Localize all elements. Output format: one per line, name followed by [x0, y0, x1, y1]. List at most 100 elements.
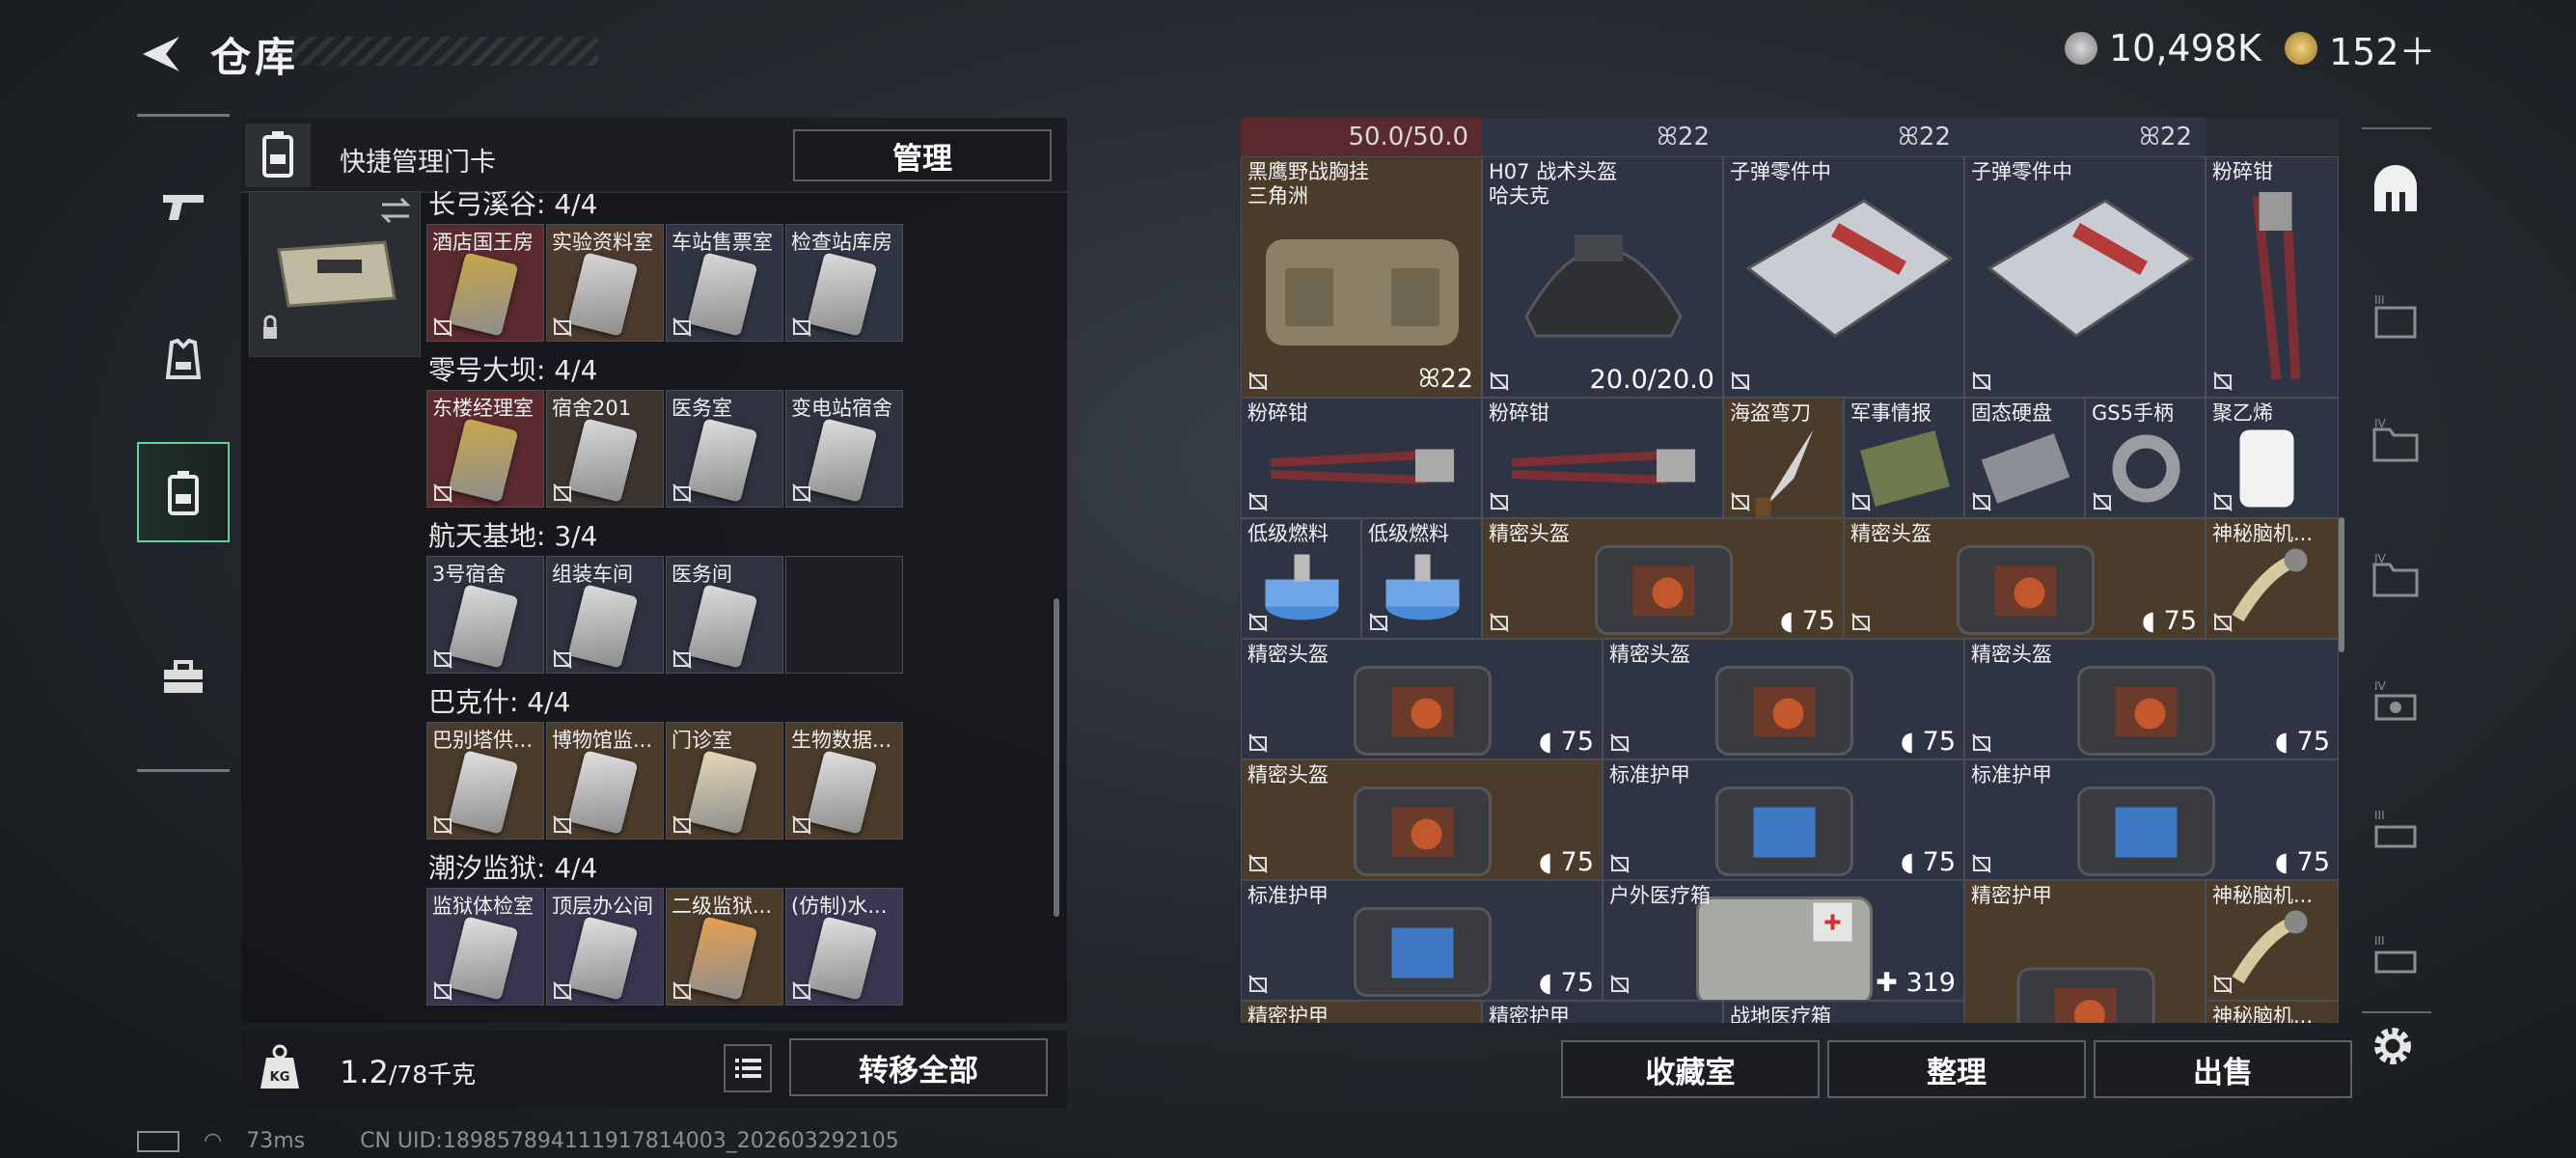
weight-display: 1.2/78千克 [340, 1054, 476, 1090]
wifi-icon: ◠ [204, 1129, 223, 1153]
gold-currency[interactable]: 152＋ [2285, 27, 2436, 73]
keycard-slot[interactable]: 门诊室 [666, 722, 783, 840]
stash-item-crusher2[interactable]: 粉碎钳 [1482, 398, 1723, 518]
stash-item-mystery3[interactable]: 神秘脑机... [2206, 1001, 2339, 1023]
empty-keycard-slot[interactable] [785, 556, 903, 674]
keycard-slot[interactable]: 组装车间 [546, 556, 664, 674]
stash-item-mystery1[interactable]: 神秘脑机... [2206, 518, 2339, 639]
keycard-slot[interactable]: 实验资料室 [546, 224, 664, 342]
keycard-slot[interactable]: 3号宿舍 [426, 556, 544, 674]
keycard-name: 东楼经理室 [432, 397, 534, 420]
keycard-slot[interactable]: 生物数据... [785, 722, 903, 840]
stash-scrollbar[interactable] [2339, 517, 2344, 652]
keycard-slot[interactable]: 东楼经理室 [426, 390, 544, 508]
stash-item-ammo-parts1[interactable]: 子弹零件中 [1723, 156, 1964, 398]
pistol-icon [163, 195, 204, 220]
stash-item-medkit[interactable]: 户外医疗箱 ✚ 319 [1603, 880, 1964, 1001]
list-view-button[interactable] [724, 1044, 772, 1092]
keycard-slot[interactable]: 监狱体检室 [426, 888, 544, 1006]
keycard-slot[interactable]: 酒店国王房 [426, 224, 544, 342]
rail-tier4-b[interactable]: IV [2364, 544, 2427, 608]
rail-weapons[interactable] [137, 156, 230, 257]
no-insure-icon [432, 814, 453, 836]
keycard-slot[interactable]: 宿舍201 [546, 390, 664, 508]
keycard-image [807, 418, 878, 503]
rail-toolbox[interactable] [137, 627, 230, 728]
keycard-slot[interactable]: 检查站库房 [785, 224, 903, 342]
header-qty-2: ꕤ22 [1723, 118, 1964, 156]
stash-item-fuel1[interactable]: 低级燃料 [1241, 518, 1361, 639]
keycard-image [567, 252, 639, 337]
stash-item-polyethylene[interactable]: 聚乙烯 [2206, 398, 2339, 518]
rail-armor[interactable] [137, 311, 230, 411]
settings-gear-icon[interactable] [2368, 1021, 2418, 1071]
stash-item-helmet-bag-c[interactable]: 精密头盔 ◖ 75 [1241, 639, 1603, 759]
item-name: 精密头盔 [1609, 643, 1690, 666]
stash-item-mystery2[interactable]: 神秘脑机... [2206, 880, 2339, 1001]
collection-room-button[interactable]: 收藏室 [1561, 1040, 1820, 1098]
keycard-name: 门诊室 [671, 729, 732, 752]
stash-item-gs5[interactable]: GS5手柄 [2085, 398, 2206, 518]
rail-all-items[interactable] [2364, 158, 2427, 222]
keycard-list-scrollbar[interactable] [1054, 598, 1059, 917]
stash-item-precise-armor3[interactable]: 精密护甲 [1482, 1001, 1723, 1023]
stash-item-helmet-bag-b[interactable]: 精密头盔 ◖ 75 [1844, 518, 2206, 639]
rail-tier3-a[interactable]: III [2364, 286, 2427, 349]
rail-tier3-b[interactable]: III [2364, 801, 2427, 865]
sort-button[interactable]: 整理 [1827, 1040, 2086, 1098]
keycard-slot[interactable]: 二级监狱... [666, 888, 783, 1006]
keycard-slot[interactable]: 医务间 [666, 556, 783, 674]
stash-item-helmet-bag-f[interactable]: 精密头盔 ◖ 75 [1241, 759, 1603, 880]
stash-item-crusher1[interactable]: 粉碎钳 [1241, 398, 1482, 518]
stash-item-pirate-knife[interactable]: 海盗弯刀 [1723, 398, 1844, 518]
keycard-slot[interactable]: 顶层办公间 [546, 888, 664, 1006]
silver-currency[interactable]: 10,498K [2065, 27, 2261, 69]
silver-amount: 10,498K [2109, 27, 2261, 69]
rail-tier3-c[interactable]: III [2364, 926, 2427, 990]
keycard-image [687, 252, 758, 337]
stash-item-field-medkit[interactable]: 战地医疗箱 [1723, 1001, 1964, 1023]
svg-text:KG: KG [270, 1070, 290, 1085]
keycard-slot[interactable]: 医务室 [666, 390, 783, 508]
keycard-slot[interactable]: 巴别塔供... [426, 722, 544, 840]
keycard-name: 顶层办公间 [552, 895, 653, 918]
stash-item-armor-a[interactable]: 标准护甲 ◖ 75 [1603, 759, 1964, 880]
stash-grid[interactable]: 50.0/50.0 ꕤ22 ꕤ22 ꕤ22 黑鹰野战胸挂 三角洲 ꕤ22 H07 战… [1241, 118, 2339, 1023]
stash-item-ammo-parts2[interactable]: 子弹零件中 [1964, 156, 2206, 398]
no-insure-icon [1247, 612, 1269, 633]
back-arrow-icon[interactable] [137, 33, 183, 75]
stash-item-helmet-bag-e[interactable]: 精密头盔 ◖ 75 [1964, 639, 2339, 759]
keycard-slot[interactable]: 博物馆监... [546, 722, 664, 840]
no-insure-icon [552, 317, 573, 338]
stash-item-armor-c[interactable]: 标准护甲 ◖ 75 [1241, 880, 1603, 1001]
rail-tier4-c[interactable]: IV [2364, 672, 2427, 735]
stash-item-precise-armor2[interactable]: 精密护甲 [1241, 1001, 1482, 1023]
stash-item-military-intel[interactable]: 军事情报 [1844, 398, 1964, 518]
no-insure-icon [1247, 853, 1269, 874]
stash-item-armor-b[interactable]: 标准护甲 ◖ 75 [1964, 759, 2339, 880]
rail-tier4-a[interactable]: IV [2364, 409, 2427, 473]
transfer-all-button[interactable]: 转移全部 [789, 1038, 1048, 1096]
header-qty-3-value: 22 [2159, 123, 2192, 152]
swap-arrows-icon[interactable] [376, 191, 415, 230]
stash-item-precise-armor[interactable]: 精密护甲 [1964, 880, 2206, 1023]
sell-button[interactable]: 出售 [2094, 1040, 2352, 1098]
item-name: GS5手柄 [2092, 401, 2174, 425]
stash-item-helmet-bag-a[interactable]: 精密头盔 ◖ 75 [1482, 518, 1844, 639]
stash-item-fuel2[interactable]: 低级燃料 [1361, 518, 1482, 639]
keycard-slot[interactable]: 变电站宿舍 [785, 390, 903, 508]
keycard-icon [168, 471, 199, 515]
stash-item-chest-rig[interactable]: 黑鹰野战胸挂 三角洲 ꕤ22 [1241, 156, 1482, 398]
rail-keycards[interactable] [137, 442, 230, 542]
keycard-slot[interactable]: (仿制)水... [785, 888, 903, 1006]
stash-item-crusher-tall[interactable]: 粉碎钳 [2206, 156, 2339, 398]
stash-item-ssd[interactable]: 固态硬盘 [1964, 398, 2085, 518]
keycard-slot[interactable]: 车站售票室 [666, 224, 783, 342]
keycard-list[interactable]: 长弓溪谷: 4/4 酒店国王房 实验资料室 车站售票室 检查站库房 零号大坝: 4/4 东楼… [425, 191, 1057, 1023]
stash-item-helmet-bag-d[interactable]: 精密头盔 ◖ 75 [1603, 639, 1964, 759]
no-insure-icon [2212, 612, 2233, 633]
no-insure-icon [2212, 371, 2233, 392]
keycard-image [448, 916, 519, 1001]
manage-button[interactable]: 管理 [793, 129, 1052, 181]
stash-item-helmet[interactable]: H07 战术头盔 哈夫克 20.0/20.0 [1482, 156, 1723, 398]
